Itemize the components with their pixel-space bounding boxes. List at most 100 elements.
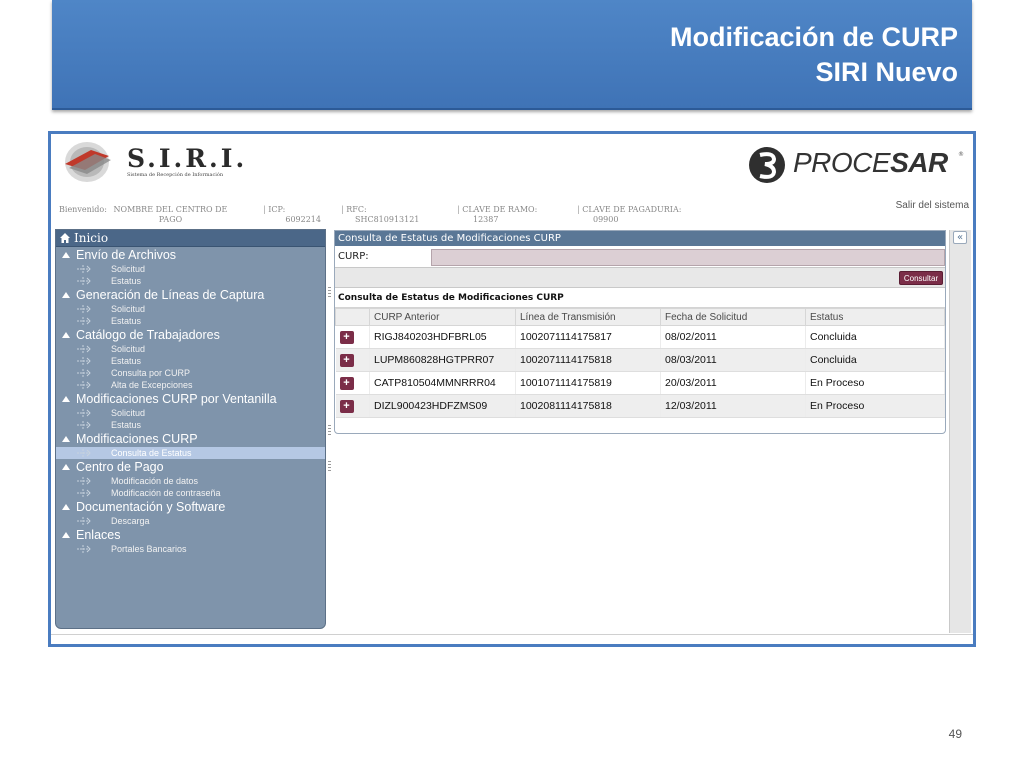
sidebar-item[interactable]: Estatus — [56, 315, 325, 327]
estatus-cell: En Proceso — [805, 394, 945, 418]
collapse-triangle-icon — [62, 464, 70, 470]
consultar-button[interactable]: Consultar — [899, 271, 943, 285]
linea-cell: 1002071114175817 — [515, 325, 661, 349]
sidebar-item[interactable]: Estatus — [56, 419, 325, 431]
arrow-right-icon — [77, 489, 91, 497]
app-header: S.I.R.I. Sistema de Recepción de Informa… — [51, 134, 973, 229]
sidebar-section[interactable]: Envío de Archivos — [56, 247, 325, 263]
sidebar-section-label: Modificaciones CURP por Ventanilla — [76, 392, 277, 406]
arrow-right-icon — [77, 345, 91, 353]
arrow-right-icon — [77, 381, 91, 389]
sidebar-nav: Inicio Envío de Archivos Solicitud Estatus… — [55, 229, 326, 629]
panel-title: Consulta de Estatus de Modificaciones CU… — [335, 231, 945, 246]
sidebar-item[interactable]: Solicitud — [56, 303, 325, 315]
collapse-triangle-icon — [62, 396, 70, 402]
sidebar-item[interactable]: Portales Bancarios — [56, 543, 325, 555]
table-row[interactable]: + LUPM860828HGTPRR07 1002071114175818 08/03… — [335, 348, 945, 372]
sidebar-item[interactable]: Solicitud — [56, 407, 325, 419]
sidebar-section-label: Generación de Líneas de Captura — [76, 288, 265, 302]
sidebar-item[interactable]: Solicitud — [56, 343, 325, 355]
splitter-grip[interactable] — [328, 461, 331, 471]
sidebar-item[interactable]: Alta de Excepciones — [56, 379, 325, 391]
sidebar-item-label: Descarga — [111, 516, 150, 526]
logout-link[interactable]: Salir del sistema — [896, 200, 969, 211]
sidebar-item[interactable]: Solicitud — [56, 263, 325, 275]
fecha-cell: 20/03/2011 — [660, 371, 806, 395]
main-content: Consulta de Estatus de Modificaciones CU… — [334, 230, 946, 632]
curp-cell: RIGJ840203HDFBRL05 — [369, 325, 516, 349]
sidebar-item[interactable]: Consulta por CURP — [56, 367, 325, 379]
results-table: CURP Anterior Línea de Transmisión Fecha… — [335, 308, 945, 418]
sidebar-section-label: Catálogo de Trabajadores — [76, 328, 220, 342]
sidebar-item-label: Consulta por CURP — [111, 368, 191, 378]
sidebar-section[interactable]: Documentación y Software — [56, 499, 325, 515]
siri-logo-icon — [65, 142, 111, 182]
splitter-grip[interactable] — [328, 425, 331, 435]
procesar-prefix: PROCE — [793, 147, 891, 178]
collapse-triangle-icon — [62, 252, 70, 258]
sidebar-item[interactable]: Estatus — [56, 355, 325, 367]
icp-label: ICP: — [268, 205, 286, 214]
curp-status-panel: Consulta de Estatus de Modificaciones CU… — [334, 230, 946, 434]
expand-row-button[interactable]: + — [339, 353, 354, 367]
collapse-panel-button[interactable]: « — [953, 231, 967, 244]
column-header-curp[interactable]: CURP Anterior — [369, 308, 516, 326]
sidebar-section[interactable]: Enlaces — [56, 527, 325, 543]
linea-cell: 1002081114175818 — [515, 394, 661, 418]
sidebar-section[interactable]: Generación de Líneas de Captura — [56, 287, 325, 303]
expand-row-button[interactable]: + — [339, 399, 354, 413]
sidebar-item-label: Solicitud — [111, 344, 146, 354]
estatus-cell: En Proceso — [805, 371, 945, 395]
siri-logo-subtitle: Sistema de Recepción de Información — [127, 172, 224, 178]
column-header-fecha[interactable]: Fecha de Solicitud — [660, 308, 806, 326]
arrow-right-icon — [77, 409, 91, 417]
sidebar-section[interactable]: Catálogo de Trabajadores — [56, 327, 325, 343]
sidebar-item[interactable]: Descarga — [56, 515, 325, 527]
sidebar-item-label: Portales Bancarios — [111, 544, 187, 554]
sidebar-item-home[interactable]: Inicio — [56, 230, 325, 247]
sidebar-item-label: Solicitud — [111, 304, 146, 314]
arrow-right-icon — [77, 317, 91, 325]
sidebar-item[interactable]: Modificación de datos — [56, 475, 325, 487]
icp-info: | ICP: 6092214 — [263, 205, 321, 224]
expand-cell: + — [335, 325, 370, 349]
fecha-cell: 12/03/2011 — [660, 394, 806, 418]
arrow-right-icon — [77, 477, 91, 485]
table-row[interactable]: + CATP810504MMNRRR04 1001071114175819 20/03… — [335, 371, 945, 395]
sidebar-item[interactable]: Modificación de contraseña — [56, 487, 325, 499]
arrow-right-icon — [77, 449, 91, 457]
sidebar-section[interactable]: Modificaciones CURP por Ventanilla — [56, 391, 325, 407]
expand-row-button[interactable]: + — [339, 330, 354, 344]
app-window: S.I.R.I. Sistema de Recepción de Informa… — [48, 131, 976, 647]
procesar-logo-text: PROCESAR — [793, 147, 948, 179]
sidebar-item-label: Estatus — [111, 356, 142, 366]
expand-row-button[interactable]: + — [339, 376, 354, 390]
sidebar-item[interactable]: Estatus — [56, 275, 325, 287]
table-row[interactable]: + DIZL900423HDFZMS09 1002081114175818 12/03… — [335, 394, 945, 418]
sidebar-section[interactable]: Modificaciones CURP — [56, 431, 325, 447]
expand-cell: + — [335, 348, 370, 372]
welcome-info: Bienvenido: NOMBRE DEL CENTRO DE PAGO — [59, 205, 231, 225]
column-header-estatus[interactable]: Estatus — [805, 308, 945, 326]
collapse-triangle-icon — [62, 436, 70, 442]
curp-cell: LUPM860828HGTPRR07 — [369, 348, 516, 372]
table-row[interactable]: + RIGJ840203HDFBRL05 1002071114175817 08/02… — [335, 325, 945, 349]
rfc-info: | RFC: SHC810913121 — [341, 205, 420, 224]
curp-input[interactable] — [431, 249, 945, 266]
sidebar-splitter[interactable] — [327, 229, 333, 629]
sidebar-section[interactable]: Centro de Pago — [56, 459, 325, 475]
slide-title-line1: Modificación de CURP — [669, 22, 958, 52]
arrow-right-icon — [77, 265, 91, 273]
curp-cell: DIZL900423HDFZMS09 — [369, 394, 516, 418]
arrow-right-icon — [77, 277, 91, 285]
splitter-grip[interactable] — [328, 287, 331, 297]
column-header-linea[interactable]: Línea de Transmisión — [515, 308, 661, 326]
arrow-right-icon — [77, 305, 91, 313]
registered-mark: ® — [958, 151, 964, 158]
sidebar-item[interactable]: Consulta de Estatus — [56, 447, 325, 459]
sidebar-section-label: Enlaces — [76, 528, 121, 542]
sidebar-item-label: Modificación de datos — [111, 476, 199, 486]
expand-cell: + — [335, 394, 370, 418]
pagaduria-value: 09900 — [593, 215, 619, 224]
sidebar-item-label: Estatus — [111, 276, 142, 286]
